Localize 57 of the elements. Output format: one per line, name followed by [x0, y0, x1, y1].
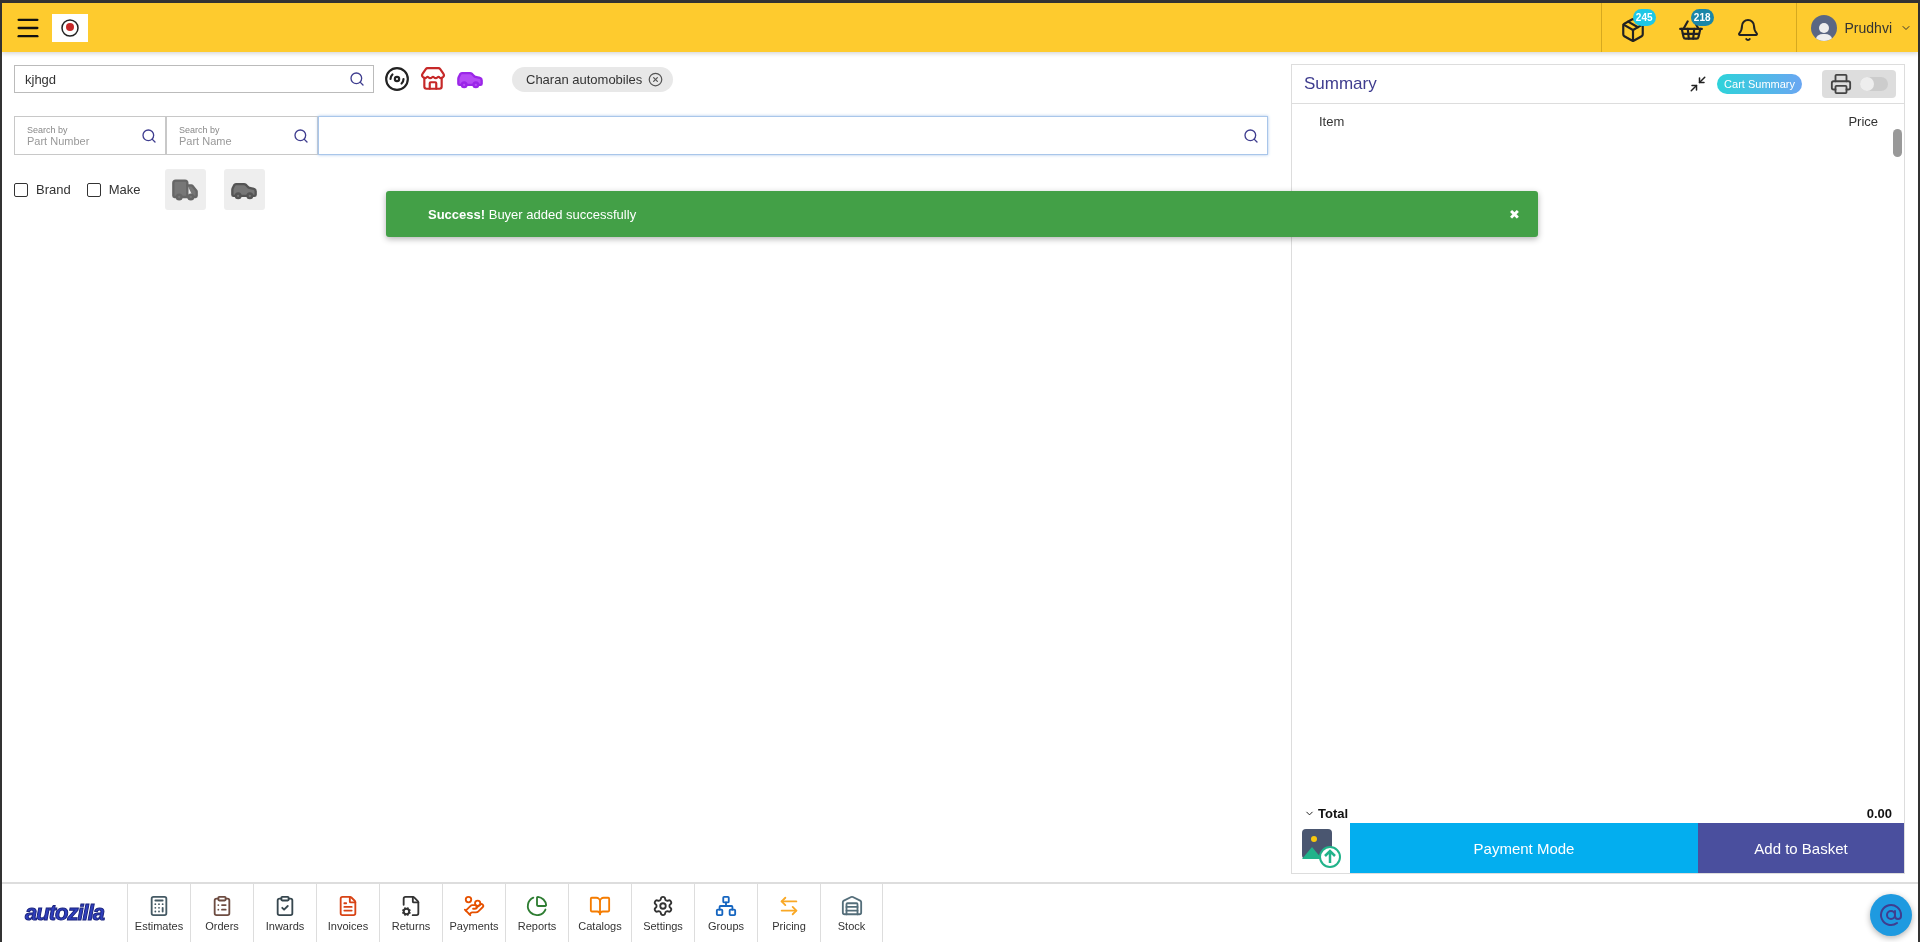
count-badge: 218 [1690, 8, 1714, 26]
checklist-icon [274, 894, 296, 917]
column-header: Price [1848, 114, 1878, 129]
toggle-switch[interactable] [1860, 77, 1888, 91]
avatar-icon [1810, 14, 1837, 41]
truck-button[interactable] [164, 169, 206, 210]
field-label: Search by [27, 124, 69, 135]
column-header: Item [1319, 114, 1345, 129]
exchange-icon [778, 894, 800, 917]
part-search-input[interactable]: Part Name [179, 134, 279, 147]
checkbox[interactable] [14, 182, 28, 197]
shop-button[interactable] [420, 66, 446, 92]
checkbox-label: Make [108, 182, 141, 197]
panel-title: Summary [1304, 74, 1378, 94]
settings-icon [652, 894, 674, 917]
scrollbar-thumb[interactable] [1893, 129, 1902, 157]
user-menu[interactable]: Prudhvi [1796, 3, 1918, 52]
search-icon [141, 127, 157, 144]
brake-disc-button[interactable] [384, 66, 410, 92]
checkbox[interactable] [86, 182, 101, 197]
car-button[interactable] [223, 169, 265, 210]
toast-message: Success! Buyer added successfully [428, 206, 637, 222]
search-icon [1243, 127, 1259, 144]
brand-logo: autozilla [24, 899, 106, 927]
document-icon [337, 894, 359, 917]
total-text: Total [1318, 806, 1349, 821]
total-value: 0.00 [1866, 806, 1892, 821]
checkbox-label: Brand [36, 182, 71, 197]
nav-item[interactable]: Stock [820, 884, 883, 942]
customer-name: Charan automobiles [526, 71, 643, 87]
chat-button[interactable] [1870, 894, 1912, 936]
remove-icon[interactable] [648, 71, 664, 87]
document-gear-icon [400, 894, 422, 917]
field-label: Search by [179, 124, 221, 135]
bell-icon [1735, 17, 1760, 42]
search-input[interactable]: kjhgd [23, 70, 349, 88]
pie-chart-icon [526, 894, 548, 917]
printer-icon [1830, 73, 1852, 95]
book-icon [589, 894, 611, 917]
collapse-button[interactable] [1689, 75, 1708, 93]
search-field[interactable]: kjhgd [14, 65, 374, 93]
search-icon [293, 127, 309, 144]
part-search-field[interactable]: Search by Part Name [166, 116, 318, 155]
calculator-icon [148, 894, 170, 917]
network-icon [715, 894, 737, 917]
add-to-basket-button[interactable]: Add to Basket [1698, 823, 1904, 873]
at-sign-icon [1879, 903, 1903, 927]
clipboard-icon [211, 894, 233, 917]
search-icon [349, 71, 365, 87]
hand-coin-icon [463, 894, 485, 917]
part-search-field[interactable]: Search by Part Number [14, 116, 166, 155]
cart-button[interactable]: 218 [1677, 8, 1714, 47]
company-logo-icon [52, 13, 88, 42]
search-field[interactable] [318, 116, 1268, 155]
warehouse-icon [840, 894, 863, 917]
count-badge: 245 [1632, 8, 1656, 26]
part-search-input[interactable]: Part Number [27, 134, 127, 147]
